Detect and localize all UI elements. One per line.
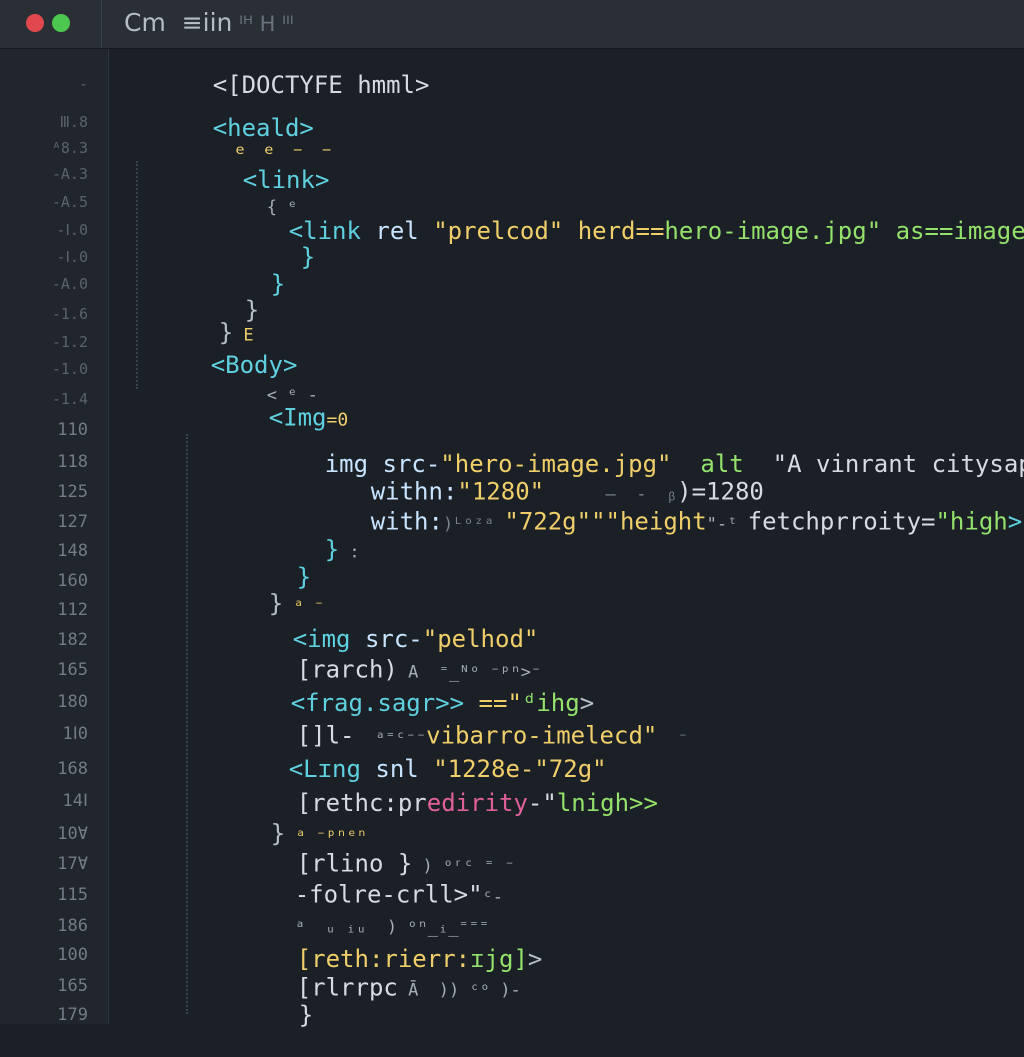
line-number: 1Ⅰ0 <box>62 724 88 744</box>
as-value: image <box>953 217 1024 245</box>
line-number: 180 <box>57 692 88 712</box>
line-number: 125 <box>57 482 88 502</box>
attr-width: with: <box>370 507 443 536</box>
window-title-main: Cm <box>124 8 166 37</box>
attr-as: as== <box>881 217 954 245</box>
line-number: -A.5 <box>51 193 88 211</box>
line-number: 160 <box>57 571 88 591</box>
attr-rel: rel <box>360 217 434 245</box>
attr-href: herd== <box>563 217 665 245</box>
line-number: -1.0 <box>51 360 88 378</box>
line-number: -Ⅰ.0 <box>56 221 88 239</box>
attr-height: height <box>619 507 707 536</box>
window-title: Cm ≡iin ᴵᴴ H ᴵᴵᴵ <box>124 8 294 37</box>
line-number: 115 <box>57 885 88 905</box>
window-title-extra: ≡iin <box>181 8 233 37</box>
line-number: 10Ɐ <box>57 824 88 844</box>
line-number: 168 <box>57 759 88 779</box>
indent-guide <box>186 434 188 1014</box>
line-number: -1.6 <box>51 305 88 323</box>
minimize-window-button[interactable] <box>52 14 70 32</box>
brace: } <box>298 1001 314 1029</box>
line-number: -Ⅰ.0 <box>56 248 88 266</box>
line-number: ᴬ8.3 <box>51 139 88 157</box>
code-line: <link rel "prelcod" herd==hero-image.jpg… <box>202 189 1024 273</box>
line-number: 179 <box>57 1005 88 1025</box>
fetchpriority-value: "high <box>935 507 1008 536</box>
line-number: 182 <box>57 630 88 650</box>
code-editor[interactable]: <[DOCTYFE hmml> <heald> ᵉ ᵉ ⁻ ⁻ <link> {… <box>108 49 1024 1029</box>
line-number: 100 <box>57 945 88 965</box>
line-number: 165 <box>57 660 88 680</box>
close-window-button[interactable] <box>26 14 44 32</box>
line-number: 110 <box>57 420 88 440</box>
line-number: 17Ɐ <box>57 854 88 874</box>
syntax-marks: "-ᵗ <box>706 514 748 535</box>
editor-window: Cm ≡iin ᴵᴴ H ᴵᴵᴵ - Ⅲ.8 ᴬ8.3 -A.3 -A.5 -Ⅰ… <box>0 0 1024 1029</box>
code-text-pink: edirity <box>426 789 528 817</box>
syntax-marks: )ᴸᵒᶻᵃ <box>442 514 505 535</box>
line-number: 186 <box>57 916 88 936</box>
line-number: 127 <box>57 512 88 532</box>
line-number: 165 <box>57 976 88 996</box>
attr-fetchpriority: fetchprroity= <box>747 507 936 536</box>
syntax-marks: : <box>339 542 360 563</box>
line-number: 118 <box>57 452 88 472</box>
syntax-marks: Ā )) ᶜᵒ )- <box>397 980 521 1001</box>
href-value: hero-image.jpg" <box>664 217 882 245</box>
line-number: 14Ⅰ <box>62 791 88 811</box>
line-number: Ⅲ.8 <box>59 113 88 131</box>
brace: } <box>300 243 316 271</box>
line-number: 148 <box>57 541 88 561</box>
line-number: - <box>78 75 88 93</box>
line-number: -A.0 <box>51 275 88 293</box>
syntax-marks: ⁻ <box>657 728 689 749</box>
line-number: -1.4 <box>51 390 88 408</box>
rel-value: "prelcod" <box>433 217 564 245</box>
tag-close: > <box>1007 507 1023 536</box>
line-number: -1.2 <box>51 333 88 351</box>
line-number: -A.3 <box>51 165 88 183</box>
title-bar: Cm ≡iin ᴵᴴ H ᴵᴵᴵ <box>0 0 1024 49</box>
brace: } <box>270 270 286 298</box>
code-line: with:)ᴸᵒᶻᵃ "722g"""height"-ᵗ fetchprroit… <box>284 480 1022 567</box>
title-divider <box>101 0 102 48</box>
line-number-gutter: - Ⅲ.8 ᴬ8.3 -A.3 -A.5 -Ⅰ.0 -Ⅰ.0 -A.0 -1.6… <box>0 49 109 1025</box>
code-line: } <box>212 973 313 1057</box>
alt-value: "A vinrant citysape" <box>772 450 1024 478</box>
height-value: "722g""" <box>504 507 620 536</box>
brace: } <box>324 535 340 564</box>
tag-close: > <box>527 945 543 973</box>
window-title-dim: ᴵᴴ H ᴵᴵᴵ <box>232 12 294 36</box>
line-number: 112 <box>57 600 88 620</box>
attr-value-green: lnigh>> <box>556 789 658 817</box>
code-text: -" <box>527 789 557 817</box>
